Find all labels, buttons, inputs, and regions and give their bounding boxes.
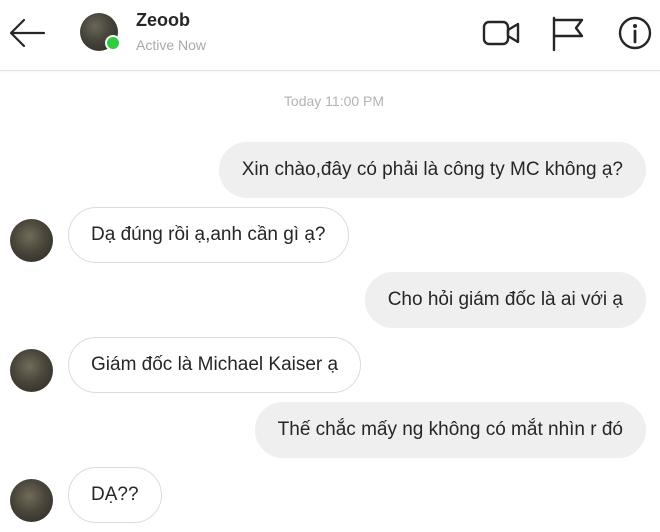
sent-message-bubble[interactable]: Cho hỏi giám đốc là ai với ạ bbox=[364, 272, 646, 328]
contact-message-avatar[interactable] bbox=[10, 479, 53, 522]
contact-name[interactable]: Zeoob bbox=[136, 10, 190, 31]
sent-message-bubble[interactable]: Xin chào,đây có phải là công ty MC không… bbox=[218, 142, 646, 198]
chat-header: Zeoob Active Now bbox=[0, 0, 660, 71]
active-status: Active Now bbox=[136, 37, 207, 53]
sent-message-bubble[interactable]: Thế chắc mấy ng không có mắt nhìn r đó bbox=[254, 402, 646, 458]
info-icon[interactable] bbox=[616, 14, 656, 54]
contact-message-avatar[interactable] bbox=[10, 349, 53, 392]
received-message-bubble[interactable]: Dạ đúng rồi ạ,anh cần gì ạ? bbox=[68, 207, 349, 263]
flag-icon[interactable] bbox=[549, 14, 589, 54]
contact-message-avatar[interactable] bbox=[10, 219, 53, 262]
thread-timestamp: Today 11:00 PM bbox=[283, 93, 385, 109]
arrow-left-icon[interactable] bbox=[8, 16, 46, 50]
received-message-bubble[interactable]: Giám đốc là Michael Kaiser ạ bbox=[68, 337, 362, 393]
video-camera-icon[interactable] bbox=[481, 14, 521, 54]
received-message-bubble[interactable]: DẠ?? bbox=[68, 467, 162, 523]
online-status-indicator bbox=[105, 35, 121, 51]
